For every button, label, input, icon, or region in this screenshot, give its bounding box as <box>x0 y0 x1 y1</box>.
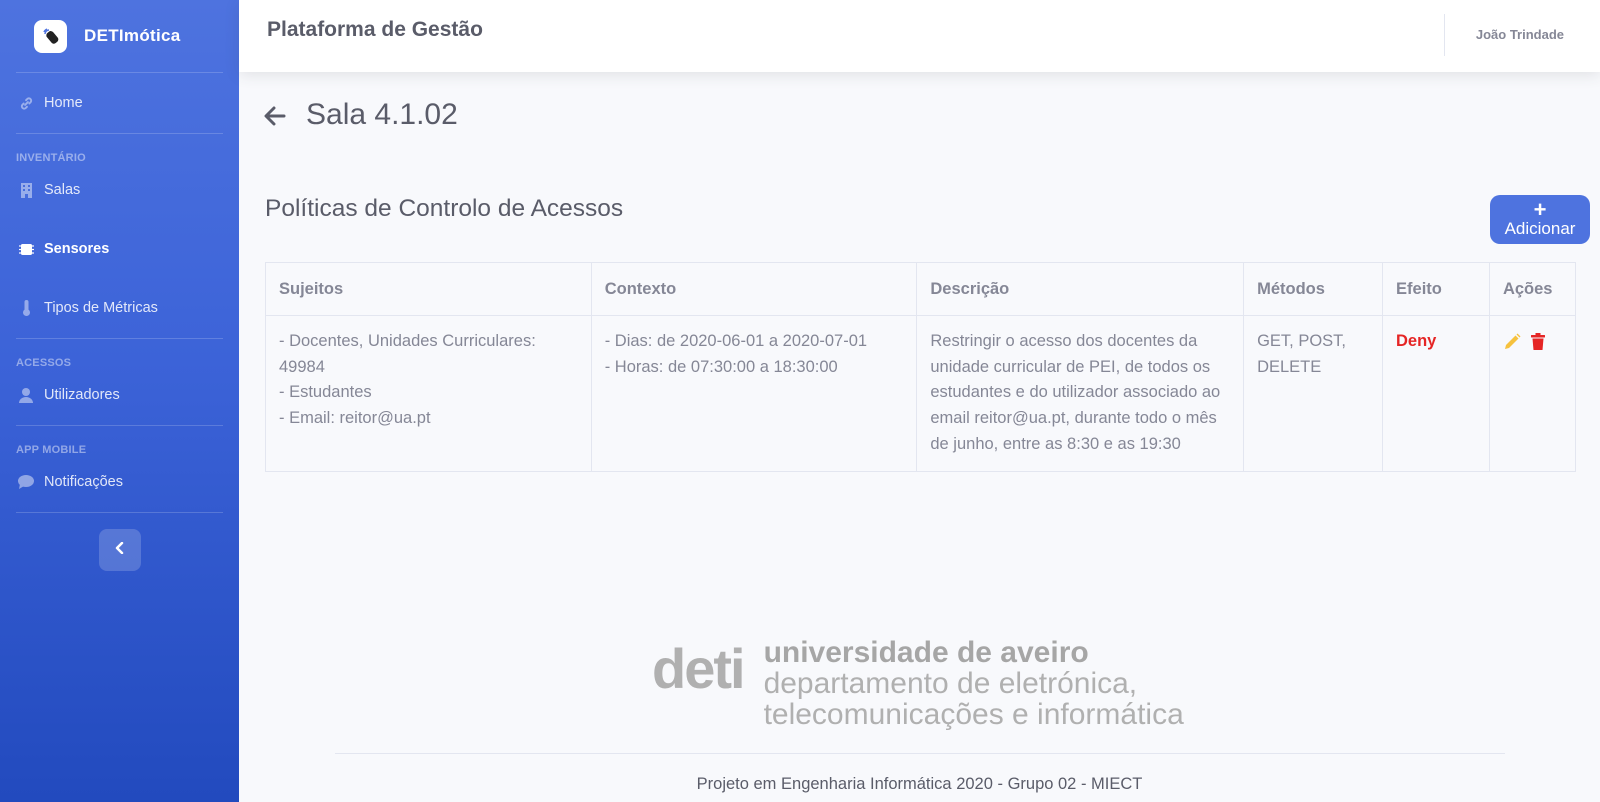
sidebar-item-label: Utilizadores <box>44 387 120 403</box>
back-arrow-icon[interactable] <box>264 106 286 131</box>
brand[interactable]: DETImótica <box>0 0 239 72</box>
chevron-left-icon <box>115 541 124 559</box>
cell-context: - Dias: de 2020-06-01 a 2020-07-01 - Hor… <box>590 315 918 472</box>
column-header-metodos: Métodos <box>1243 262 1384 316</box>
add-button-label: Adicionar <box>1504 219 1576 238</box>
sidebar-item-label: Notificações <box>44 474 123 490</box>
sidebar-heading-acessos: Acessos <box>16 357 72 369</box>
topbar-title: Plataforma de Gestão <box>267 18 483 41</box>
sidebar-heading-inventario: Inventário <box>16 152 86 164</box>
deti-logo-mark: deti <box>652 637 746 700</box>
sidebar-heading-app-mobile: App Mobile <box>16 444 87 456</box>
user-menu[interactable]: João Trindade <box>1476 27 1564 42</box>
logo-line-department: departamento de eletrónica, <box>763 667 1138 700</box>
cell-actions <box>1488 315 1577 472</box>
policies-table: Sujeitos Contexto Descrição Métodos Efei… <box>265 262 1577 472</box>
cell-effect: Deny <box>1382 315 1490 472</box>
subject-line: - Estudantes <box>279 383 372 402</box>
table-header-row: Sujeitos Contexto Descrição Métodos Efei… <box>265 262 1577 316</box>
logo-line-department-2: telecomunicações e informática <box>763 698 1184 731</box>
comment-icon <box>18 474 34 490</box>
sidebar-item-label: Salas <box>44 182 81 198</box>
context-line: - Horas: de 07:30:00 a 18:30:00 <box>604 357 838 376</box>
sidebar: DETImótica Home Inventário Salas Sensore… <box>0 0 239 802</box>
effect-badge: Deny <box>1396 332 1437 350</box>
sidebar-item-label: Sensores <box>44 241 110 257</box>
deti-logo: deti universidade de aveiro departamento… <box>652 637 1184 730</box>
column-header-efeito: Efeito <box>1382 262 1490 316</box>
remote-icon <box>34 19 67 53</box>
cell-description: Restringir o acesso dos docentes da unid… <box>916 315 1245 472</box>
subject-line: - Email: reitor@ua.pt <box>279 409 431 428</box>
sidebar-item-salas[interactable]: Salas <box>0 168 239 212</box>
sidebar-item-notificacoes[interactable]: Notificações <box>0 460 239 504</box>
sidebar-item-tipos-metricas[interactable]: Tipos de Métricas <box>0 286 239 330</box>
trash-icon[interactable] <box>1530 333 1545 351</box>
subject-line: - Docentes, Unidades Curriculares: 49984 <box>279 332 536 376</box>
add-policy-button[interactable]: + Adicionar <box>1490 195 1590 244</box>
sidebar-toggle-button[interactable] <box>98 529 141 571</box>
building-icon <box>18 182 34 198</box>
thermometer-icon <box>18 300 34 316</box>
column-header-sujeitos: Sujeitos <box>265 262 592 316</box>
cell-methods: GET, POST, DELETE <box>1243 315 1384 472</box>
sidebar-item-label: Tipos de Métricas <box>44 300 158 316</box>
footer-text: Projeto em Engenharia Informática 2020 -… <box>696 775 1143 793</box>
table-row: - Docentes, Unidades Curriculares: 49984… <box>265 315 1577 472</box>
link-icon <box>18 95 34 111</box>
pencil-icon[interactable] <box>1503 333 1521 351</box>
brand-name: DETImótica <box>84 26 181 45</box>
footer-divider <box>335 753 1505 754</box>
logo-line-university: universidade de aveiro <box>763 636 1089 669</box>
plus-icon: + <box>1533 197 1547 222</box>
topbar: Plataforma de Gestão João Trindade <box>239 0 1600 72</box>
sidebar-item-utilizadores[interactable]: Utilizadores <box>0 373 239 417</box>
sidebar-divider <box>16 512 223 513</box>
column-header-acoes: Ações <box>1488 262 1577 316</box>
page-title: Sala 4.1.02 <box>306 98 458 131</box>
column-header-contexto: Contexto <box>590 262 918 316</box>
user-icon <box>18 387 34 403</box>
sidebar-item-label: Home <box>44 95 83 111</box>
column-header-descricao: Descrição <box>916 262 1245 316</box>
context-line: - Dias: de 2020-06-01 a 2020-07-01 <box>604 332 868 350</box>
chip-icon <box>18 241 34 257</box>
section-title: Políticas de Controlo de Acessos <box>265 195 624 222</box>
sidebar-item-sensores[interactable]: Sensores <box>0 212 239 286</box>
topbar-divider <box>1444 14 1445 56</box>
cell-subjects: - Docentes, Unidades Curriculares: 49984… <box>265 315 592 472</box>
sidebar-item-home[interactable]: Home <box>0 73 239 133</box>
